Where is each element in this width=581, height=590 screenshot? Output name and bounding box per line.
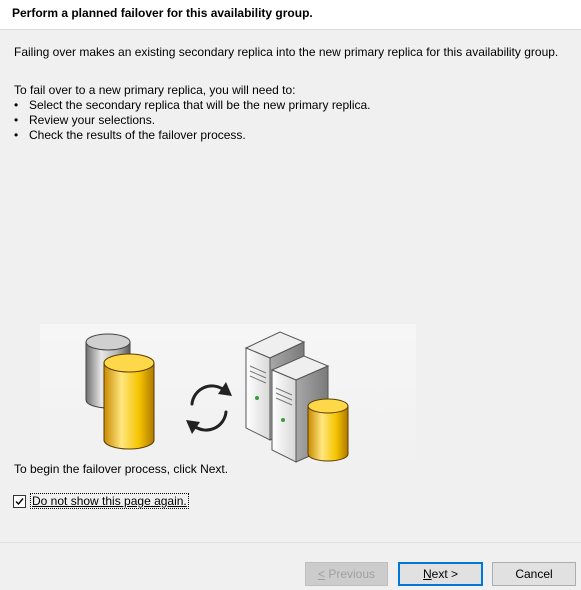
- next-label-rest: ext >: [431, 567, 459, 581]
- page-content: Failing over makes an existing secondary…: [0, 30, 581, 542]
- failover-wizard-page: Perform a planned failover for this avai…: [0, 0, 581, 590]
- step-item: Check the results of the failover proces…: [14, 128, 371, 143]
- begin-text: To begin the failover process, click Nex…: [14, 462, 229, 476]
- do-not-show-checkbox[interactable]: [13, 494, 26, 508]
- page-header: Perform a planned failover for this avai…: [0, 0, 581, 30]
- step-item: Review your selections.: [14, 113, 371, 128]
- previous-button[interactable]: < Previous: [305, 562, 388, 586]
- step-item: Select the secondary replica that will b…: [14, 98, 371, 113]
- previous-mnemonic: <: [317, 567, 325, 581]
- previous-label-rest: Previous: [324, 567, 376, 581]
- do-not-show-row[interactable]: Do not show this page again.: [13, 493, 189, 509]
- next-mnemonic: N: [422, 567, 432, 581]
- intro-text: Failing over makes an existing secondary…: [14, 45, 559, 59]
- wizard-footer: < Previous Next > Cancel: [0, 542, 581, 590]
- do-not-show-label[interactable]: Do not show this page again.: [30, 493, 189, 509]
- next-button[interactable]: Next >: [398, 562, 483, 586]
- need-intro-text: To fail over to a new primary replica, y…: [14, 83, 296, 97]
- steps-list: Select the secondary replica that will b…: [14, 98, 371, 143]
- failover-illustration: [40, 324, 416, 476]
- cancel-button[interactable]: Cancel: [492, 562, 576, 586]
- page-title: Perform a planned failover for this avai…: [12, 6, 313, 20]
- check-mark-icon: [15, 497, 24, 505]
